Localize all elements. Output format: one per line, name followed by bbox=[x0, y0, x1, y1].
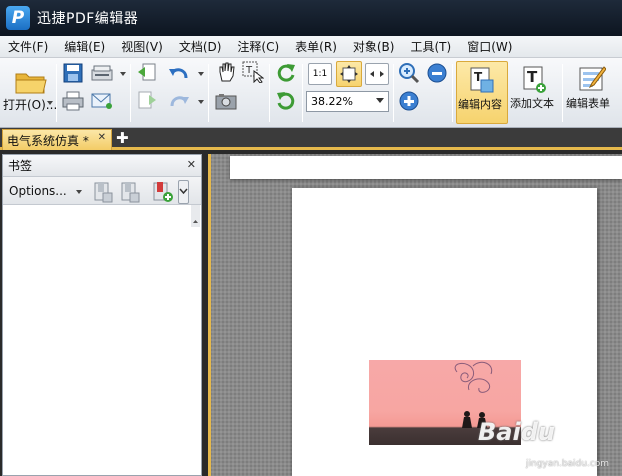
rotate-clockwise-icon[interactable] bbox=[275, 63, 297, 83]
scanner-dropdown-arrow[interactable] bbox=[120, 72, 126, 76]
scanner-icon[interactable] bbox=[91, 63, 113, 83]
previous-page bbox=[230, 156, 622, 179]
delete-bookmark-icon[interactable] bbox=[120, 181, 140, 203]
snapshot-icon[interactable] bbox=[215, 91, 237, 111]
open-dropdown-arrow[interactable] bbox=[47, 101, 53, 105]
zoom-select[interactable]: 38.22% bbox=[306, 91, 389, 112]
rotate-counterclockwise-icon[interactable] bbox=[275, 91, 297, 111]
watermark-brand: Baidu bbox=[478, 418, 555, 446]
select-text-icon[interactable]: T bbox=[242, 61, 264, 83]
open-button[interactable]: 打开(O)... bbox=[3, 62, 58, 124]
svg-text:T: T bbox=[245, 65, 253, 76]
edit-form-label: 编辑表单 bbox=[566, 97, 610, 110]
close-icon[interactable]: ✕ bbox=[187, 158, 196, 171]
edit-form-button[interactable]: 编辑表单 bbox=[566, 61, 620, 124]
zoom-value: 38.22% bbox=[311, 95, 353, 108]
zoom-dropdown-arrow[interactable] bbox=[376, 98, 384, 103]
app-title: 迅捷PDF编辑器 bbox=[37, 11, 139, 27]
email-icon[interactable] bbox=[91, 91, 113, 111]
edit-form-icon bbox=[579, 66, 606, 91]
add-bookmark-icon[interactable] bbox=[152, 181, 173, 203]
edit-content-button[interactable]: T 编辑内容 bbox=[456, 61, 508, 124]
insert-page-icon[interactable] bbox=[136, 63, 158, 83]
folder-icon bbox=[15, 73, 47, 94]
svg-text:T: T bbox=[527, 68, 538, 86]
bookmark-panel-header: 书签 ✕ bbox=[3, 155, 201, 177]
add-tab-icon[interactable]: ✚ bbox=[116, 131, 129, 146]
tab-document-label: 电气系统仿真 * bbox=[7, 133, 89, 148]
menu-form[interactable]: 表单(R) bbox=[287, 36, 345, 58]
redo-icon[interactable] bbox=[168, 91, 190, 111]
new-bookmark-icon[interactable] bbox=[93, 181, 113, 203]
add-text-label: 添加文本 bbox=[510, 97, 554, 110]
options-dropdown-arrow[interactable] bbox=[76, 190, 82, 194]
bookmark-toolbar: Options... bbox=[3, 177, 201, 227]
zoom-region-icon[interactable] bbox=[398, 63, 420, 84]
menu-comment[interactable]: 注释(C) bbox=[229, 36, 287, 58]
print-icon[interactable] bbox=[62, 91, 84, 111]
fit-page-button[interactable] bbox=[336, 61, 362, 87]
close-icon[interactable]: ✕ bbox=[98, 132, 106, 143]
menu-view[interactable]: 视图(V) bbox=[113, 36, 171, 58]
options-menu[interactable]: Options... bbox=[9, 184, 67, 198]
menu-edit[interactable]: 编辑(E) bbox=[56, 36, 113, 58]
extract-page-icon[interactable] bbox=[136, 91, 158, 111]
title-bar: P 迅捷PDF编辑器 bbox=[0, 0, 622, 36]
panel-scroll-arrow[interactable] bbox=[191, 205, 200, 227]
fit-width-button[interactable] bbox=[365, 63, 389, 85]
tab-document[interactable]: 电气系统仿真 * ✕ bbox=[2, 129, 112, 150]
menu-window[interactable]: 窗口(W) bbox=[459, 36, 520, 58]
actual-size-button[interactable]: 1:1 bbox=[308, 63, 332, 85]
menu-bar: 文件(F) 编辑(E) 视图(V) 文档(D) 注释(C) 表单(R) 对象(B… bbox=[0, 36, 622, 58]
tab-strip: 电气系统仿真 * ✕ ✚ bbox=[0, 128, 622, 150]
edit-content-icon: T bbox=[470, 67, 494, 93]
edit-content-label: 编辑内容 bbox=[458, 98, 502, 111]
watermark-url: jingyan.baidu.com bbox=[526, 459, 610, 469]
undo-icon[interactable] bbox=[168, 63, 190, 83]
bookmark-panel-title: 书签 bbox=[8, 159, 33, 173]
redo-dropdown-arrow[interactable] bbox=[198, 100, 204, 104]
hand-tool-icon[interactable] bbox=[215, 62, 237, 82]
add-text-button[interactable]: T 添加文本 bbox=[510, 61, 562, 124]
fit-page-icon bbox=[340, 65, 358, 83]
menu-object[interactable]: 对象(B) bbox=[345, 36, 403, 58]
app-logo-icon: P bbox=[6, 6, 30, 30]
menu-file[interactable]: 文件(F) bbox=[0, 36, 56, 58]
zoom-in-icon[interactable] bbox=[398, 91, 420, 111]
zoom-out-icon[interactable] bbox=[426, 63, 448, 83]
actual-size-label: 1:1 bbox=[312, 69, 328, 79]
menu-tools[interactable]: 工具(T) bbox=[402, 36, 459, 58]
save-icon[interactable] bbox=[62, 63, 84, 83]
fit-width-icon bbox=[370, 71, 384, 77]
add-text-icon: T bbox=[523, 66, 546, 93]
bookmark-panel: 书签 ✕ Options... bbox=[2, 154, 202, 476]
menu-document[interactable]: 文档(D) bbox=[171, 36, 230, 58]
chevron-down-icon[interactable] bbox=[178, 180, 189, 204]
undo-dropdown-arrow[interactable] bbox=[198, 72, 204, 76]
